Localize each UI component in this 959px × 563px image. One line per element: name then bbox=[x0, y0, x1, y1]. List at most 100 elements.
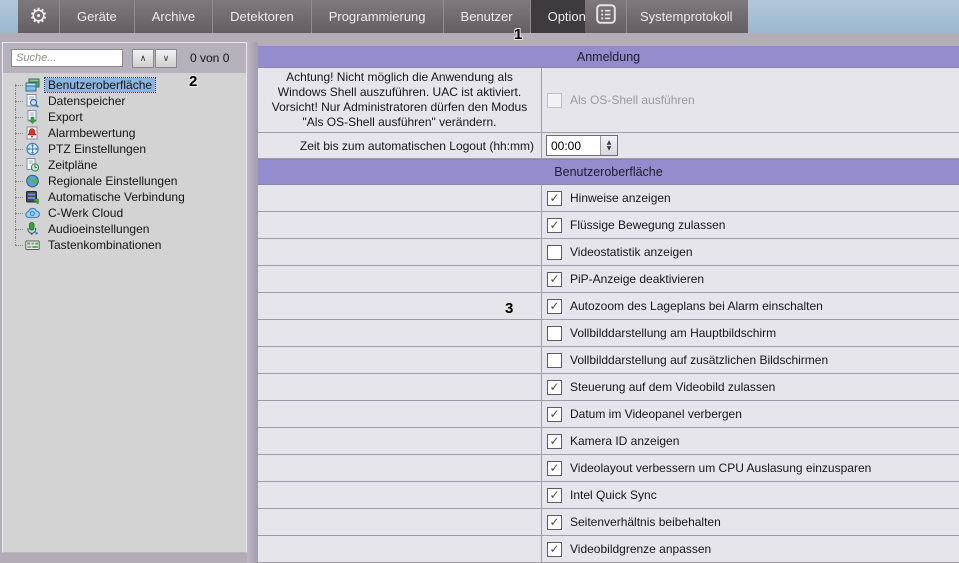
system-log-icon-button[interactable] bbox=[585, 0, 627, 33]
sidebar-tree: BenutzeroberflächeDatenspeicherExportAla… bbox=[3, 73, 246, 253]
logout-time-value[interactable]: 00:00 bbox=[547, 136, 600, 155]
sidebar-item-label: Automatische Verbindung bbox=[45, 190, 188, 204]
log-list-icon bbox=[595, 3, 617, 30]
logout-timeout-row: Zeit bis zum automatischen Logout (hh:mm… bbox=[258, 133, 959, 159]
main-menu-bar: ⚙ GeräteArchiveDetektorenProgrammierungB… bbox=[18, 0, 617, 33]
option-row: ✓ Steuerung auf dem Videobild zulassen bbox=[258, 374, 959, 401]
sidebar-item-label: Regionale Einstellungen bbox=[45, 174, 180, 188]
schedule-icon bbox=[25, 158, 40, 172]
option-row-left-cell bbox=[258, 212, 542, 238]
option-checkbox[interactable]: ✓ bbox=[547, 461, 562, 476]
option-checkbox[interactable]: ✓ bbox=[547, 407, 562, 422]
tab-archive[interactable]: Archive bbox=[135, 0, 213, 33]
sidebar-item[interactable]: Alarmbewertung bbox=[3, 125, 246, 141]
tab-programmierung[interactable]: Programmierung bbox=[312, 0, 444, 33]
option-row: ✓Videolayout verbessern um CPU Auslasung… bbox=[258, 455, 959, 482]
option-row: ✓Intel Quick Sync bbox=[258, 482, 959, 509]
sidebar-item[interactable]: PTZ Einstellungen bbox=[3, 141, 246, 157]
tab-geräte[interactable]: Geräte bbox=[60, 0, 135, 33]
annotation-1: 1 bbox=[514, 26, 522, 43]
alarm-icon bbox=[25, 126, 40, 140]
top-bar: ⚙ GeräteArchiveDetektorenProgrammierungB… bbox=[0, 0, 959, 33]
option-row-left-cell bbox=[258, 374, 542, 400]
option-row: ✓ Hinweise anzeigen bbox=[258, 185, 959, 212]
option-checkbox[interactable]: ✓ bbox=[547, 299, 562, 314]
option-checkbox[interactable]: ✓ bbox=[547, 434, 562, 449]
sidebar-item-label: Alarmbewertung bbox=[45, 126, 138, 140]
option-checkbox[interactable]: ✓ bbox=[547, 542, 562, 557]
sidebar-item-label: C-Werk Cloud bbox=[45, 206, 126, 220]
search-result-counter: 0 von 0 bbox=[190, 51, 229, 65]
keyboard-icon bbox=[25, 238, 40, 252]
sidebar-item[interactable]: Automatische Verbindung bbox=[3, 189, 246, 205]
sidebar-item-label: Zeitpläne bbox=[45, 158, 100, 172]
globe-icon bbox=[25, 174, 40, 188]
option-checkbox[interactable]: ✓ bbox=[547, 488, 562, 503]
settings-gear-button[interactable]: ⚙ bbox=[18, 0, 60, 33]
search-next-button[interactable]: ∨ bbox=[155, 49, 177, 68]
option-row-right-cell: ✓ PiP-Anzeige deaktivieren bbox=[542, 266, 959, 292]
option-row-right-cell: ✓Datum im Videopanel verbergen bbox=[542, 401, 959, 427]
option-row-right-cell: ✓ Steuerung auf dem Videobild zulassen bbox=[542, 374, 959, 400]
option-label: Hinweise anzeigen bbox=[570, 191, 671, 205]
sidebar-splitter[interactable] bbox=[247, 42, 258, 563]
settings-panel: Anmeldung Achtung! Nicht möglich die Anw… bbox=[258, 46, 959, 563]
tab-detektoren[interactable]: Detektoren bbox=[213, 0, 312, 33]
option-checkbox[interactable]: ✓ bbox=[547, 218, 562, 233]
option-row-left-cell bbox=[258, 239, 542, 265]
section-header-benutzeroberflaeche: Benutzeroberfläche bbox=[258, 159, 959, 185]
option-row-left-cell bbox=[258, 293, 542, 319]
option-label: Autozoom des Lageplans bei Alarm einscha… bbox=[570, 299, 823, 313]
option-row-right-cell: Vollbilddarstellung am Hauptbildschirm bbox=[542, 320, 959, 346]
option-row: ✓Datum im Videopanel verbergen bbox=[258, 401, 959, 428]
audio-icon bbox=[25, 222, 40, 236]
search-input[interactable] bbox=[11, 49, 123, 67]
option-row-right-cell: ✓ Videobildgrenze anpassen bbox=[542, 536, 959, 562]
os-shell-warning-row: Achtung! Nicht möglich die Anwendung als… bbox=[258, 68, 959, 133]
option-label: Kamera ID anzeigen bbox=[570, 434, 679, 448]
annotation-3: 3 bbox=[505, 300, 513, 317]
logout-timeout-cell: 00:00 ▲ ▼ bbox=[542, 133, 959, 158]
option-row-right-cell: ✓Flüssige Bewegung zulassen bbox=[542, 212, 959, 238]
option-checkbox[interactable]: ✓ bbox=[547, 272, 562, 287]
option-row-left-cell bbox=[258, 509, 542, 535]
option-label: Steuerung auf dem Videobild zulassen bbox=[570, 380, 775, 394]
option-checkbox[interactable] bbox=[547, 245, 562, 260]
option-checkbox[interactable] bbox=[547, 326, 562, 341]
sidebar-item[interactable]: Export bbox=[3, 109, 246, 125]
option-row-left-cell bbox=[258, 428, 542, 454]
option-checkbox[interactable] bbox=[547, 353, 562, 368]
sidebar-item[interactable]: Benutzeroberfläche bbox=[3, 77, 246, 93]
sidebar-item[interactable]: C-Werk Cloud bbox=[3, 205, 246, 221]
os-shell-checkbox[interactable] bbox=[547, 93, 562, 108]
option-row: Videostatistik anzeigen bbox=[258, 239, 959, 266]
option-row-left-cell bbox=[258, 347, 542, 373]
search-prev-button[interactable]: ∧ bbox=[132, 49, 154, 68]
option-row-left-cell bbox=[258, 536, 542, 562]
sidebar-item[interactable]: Audioeinstellungen bbox=[3, 221, 246, 237]
sidebar-item[interactable]: Regionale Einstellungen bbox=[3, 173, 246, 189]
search-nav-buttons: ∧ ∨ bbox=[132, 49, 177, 68]
system-log-bar[interactable]: Systemprotokoll bbox=[585, 0, 748, 33]
option-label: Videobildgrenze anpassen bbox=[570, 542, 711, 556]
option-row: ✓ Kamera ID anzeigen bbox=[258, 428, 959, 455]
sidebar-item[interactable]: Zeitpläne bbox=[3, 157, 246, 173]
option-label: PiP-Anzeige deaktivieren bbox=[570, 272, 704, 286]
option-row: ✓ PiP-Anzeige deaktivieren bbox=[258, 266, 959, 293]
option-row-right-cell: ✓ Autozoom des Lageplans bei Alarm einsch… bbox=[542, 293, 959, 319]
spinner-buttons[interactable]: ▲ ▼ bbox=[600, 136, 617, 155]
option-row-left-cell bbox=[258, 482, 542, 508]
sidebar-search-bar: ∧ ∨ 0 von 0 bbox=[3, 43, 246, 73]
option-row-right-cell: Videostatistik anzeigen bbox=[542, 239, 959, 265]
option-checkbox[interactable]: ✓ bbox=[547, 515, 562, 530]
sidebar-item[interactable]: Datenspeicher bbox=[3, 93, 246, 109]
option-checkbox[interactable]: ✓ bbox=[547, 191, 562, 206]
spinner-down-icon[interactable]: ▼ bbox=[607, 146, 612, 152]
option-row-right-cell: ✓Intel Quick Sync bbox=[542, 482, 959, 508]
logout-time-spinner[interactable]: 00:00 ▲ ▼ bbox=[546, 135, 618, 156]
sidebar-item[interactable]: Tastenkombinationen bbox=[3, 237, 246, 253]
option-row: ✓ Autozoom des Lageplans bei Alarm einsch… bbox=[258, 293, 959, 320]
option-row-right-cell: Vollbilddarstellung auf zusätzlichen Bil… bbox=[542, 347, 959, 373]
option-label: Seitenverhältnis beibehalten bbox=[570, 515, 721, 529]
option-checkbox[interactable]: ✓ bbox=[547, 380, 562, 395]
